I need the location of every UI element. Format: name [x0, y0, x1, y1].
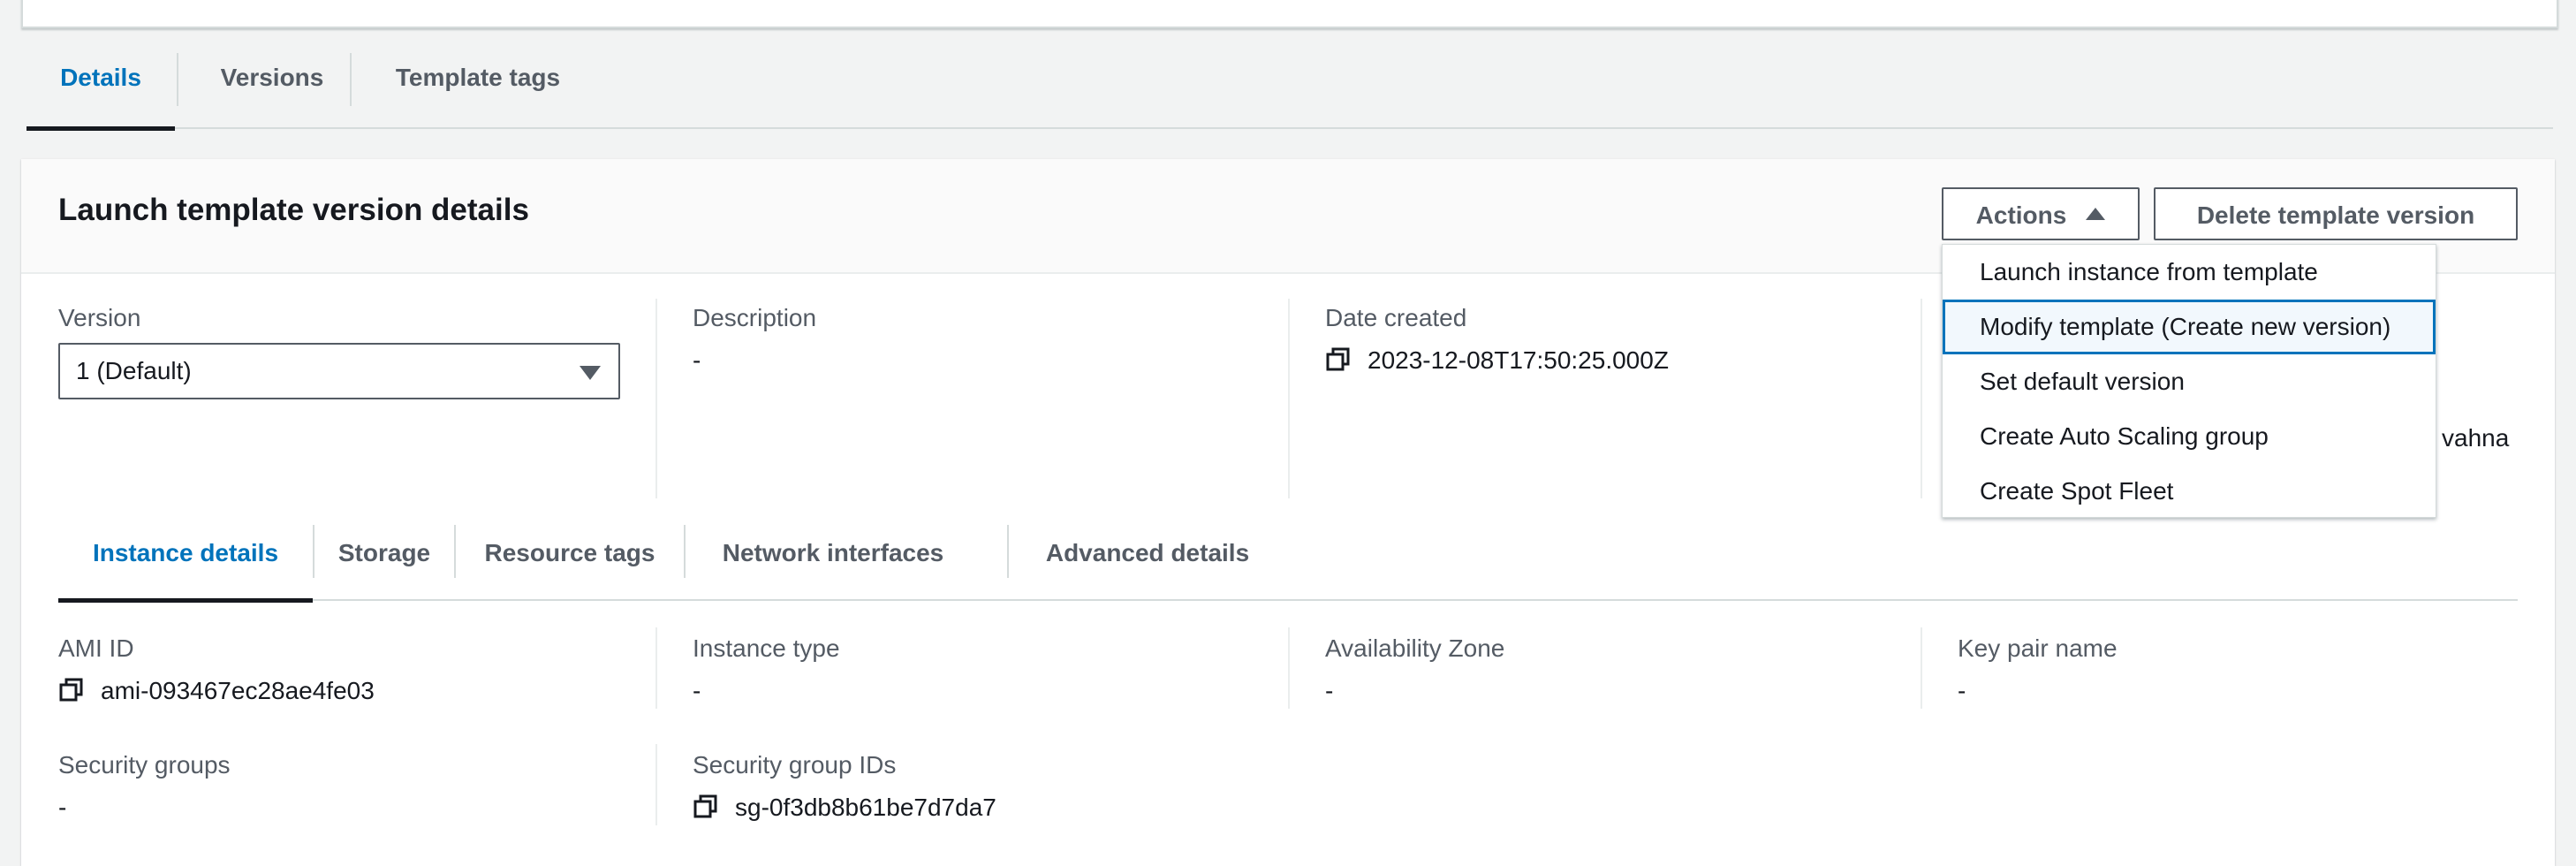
inner-tab-bar: Instance details Storage Resource tags N…	[58, 514, 2518, 603]
tab-separator	[350, 53, 352, 106]
column-divider	[1288, 299, 1290, 498]
column-divider	[1288, 627, 1290, 709]
description-label: Description	[693, 304, 817, 331]
menu-item-create-auto-scaling-group[interactable]: Create Auto Scaling group	[1943, 409, 2436, 464]
tab-resource-tags[interactable]: Resource tags	[456, 514, 684, 599]
tab-storage-label: Storage	[337, 539, 431, 566]
version-label: Version	[58, 304, 141, 331]
tab-advanced-details[interactable]: Advanced details	[1009, 514, 1286, 599]
key-pair-name-value: -	[1958, 677, 1966, 704]
tab-network-interfaces[interactable]: Network interfaces	[686, 514, 981, 599]
menu-item-launch-instance[interactable]: Launch instance from template	[1943, 245, 2436, 300]
column-divider	[655, 627, 657, 709]
security-groups-value: -	[58, 794, 67, 821]
ami-id-value: ami-093467ec28ae4fe03	[101, 677, 375, 704]
column-divider	[1921, 627, 1922, 709]
column-divider	[655, 744, 657, 825]
column-divider	[655, 299, 657, 498]
tab-separator	[177, 53, 178, 106]
version-select[interactable]: 1 (Default)	[58, 343, 620, 399]
caret-down-icon	[580, 366, 601, 380]
security-groups-label: Security groups	[58, 751, 231, 779]
caret-up-icon	[2086, 208, 2106, 220]
tab-instance-details-label: Instance details	[92, 539, 279, 566]
partial-value-line2: vahna	[2442, 424, 2510, 452]
delete-label: Delete template version	[2196, 201, 2475, 229]
delete-template-version-button[interactable]: Delete template version	[2154, 187, 2518, 240]
ami-id-label: AMI ID	[58, 634, 134, 662]
security-group-ids-value: sg-0f3db8b61be7d7da7	[735, 794, 996, 821]
outer-tabs: Details Versions Template tags	[27, 35, 2553, 131]
instance-type-value: -	[693, 677, 701, 704]
top-card	[21, 0, 2558, 28]
date-created-label: Date created	[1325, 304, 1467, 331]
tab-network-interfaces-label: Network interfaces	[722, 539, 944, 566]
tab-template-tags-label: Template tags	[395, 64, 561, 91]
availability-zone-value: -	[1325, 677, 1334, 704]
menu-item-label: Launch instance from template	[1980, 258, 2318, 285]
copy-icon[interactable]	[1325, 346, 1352, 373]
actions-label: Actions	[1975, 201, 2067, 229]
tab-versions[interactable]: Versions	[194, 35, 350, 127]
menu-item-label: Modify template (Create new version)	[1980, 313, 2391, 340]
copy-icon[interactable]	[58, 677, 85, 703]
menu-item-set-default-version[interactable]: Set default version	[1943, 354, 2436, 409]
actions-button[interactable]: Actions	[1942, 187, 2140, 240]
tab-instance-details[interactable]: Instance details	[58, 514, 313, 603]
tab-details[interactable]: Details	[27, 35, 175, 131]
menu-item-create-spot-fleet[interactable]: Create Spot Fleet	[1943, 464, 2436, 519]
menu-item-label: Create Auto Scaling group	[1980, 422, 2269, 450]
tab-template-tags[interactable]: Template tags	[367, 35, 588, 127]
key-pair-name-label: Key pair name	[1958, 634, 2118, 662]
version-select-value: 1 (Default)	[76, 357, 192, 384]
copy-icon[interactable]	[693, 794, 719, 820]
menu-item-modify-template[interactable]: Modify template (Create new version)	[1943, 300, 2436, 354]
panel-title: Launch template version details	[58, 193, 529, 227]
tab-advanced-details-label: Advanced details	[1045, 539, 1250, 566]
security-group-ids-label: Security group IDs	[693, 751, 897, 779]
tab-storage[interactable]: Storage	[314, 514, 454, 599]
date-created-value: 2023-12-08T17:50:25.000Z	[1368, 346, 1669, 374]
menu-item-label: Set default version	[1980, 368, 2185, 395]
menu-item-label: Create Spot Fleet	[1980, 477, 2174, 505]
description-value: -	[693, 346, 701, 374]
instance-type-label: Instance type	[693, 634, 840, 662]
column-divider	[1921, 299, 1922, 498]
tab-details-label: Details	[60, 64, 141, 91]
tab-versions-label: Versions	[220, 64, 324, 91]
availability-zone-label: Availability Zone	[1325, 634, 1505, 662]
actions-dropdown-menu: Launch instance from template Modify tem…	[1942, 244, 2436, 518]
tab-resource-tags-label: Resource tags	[484, 539, 655, 566]
